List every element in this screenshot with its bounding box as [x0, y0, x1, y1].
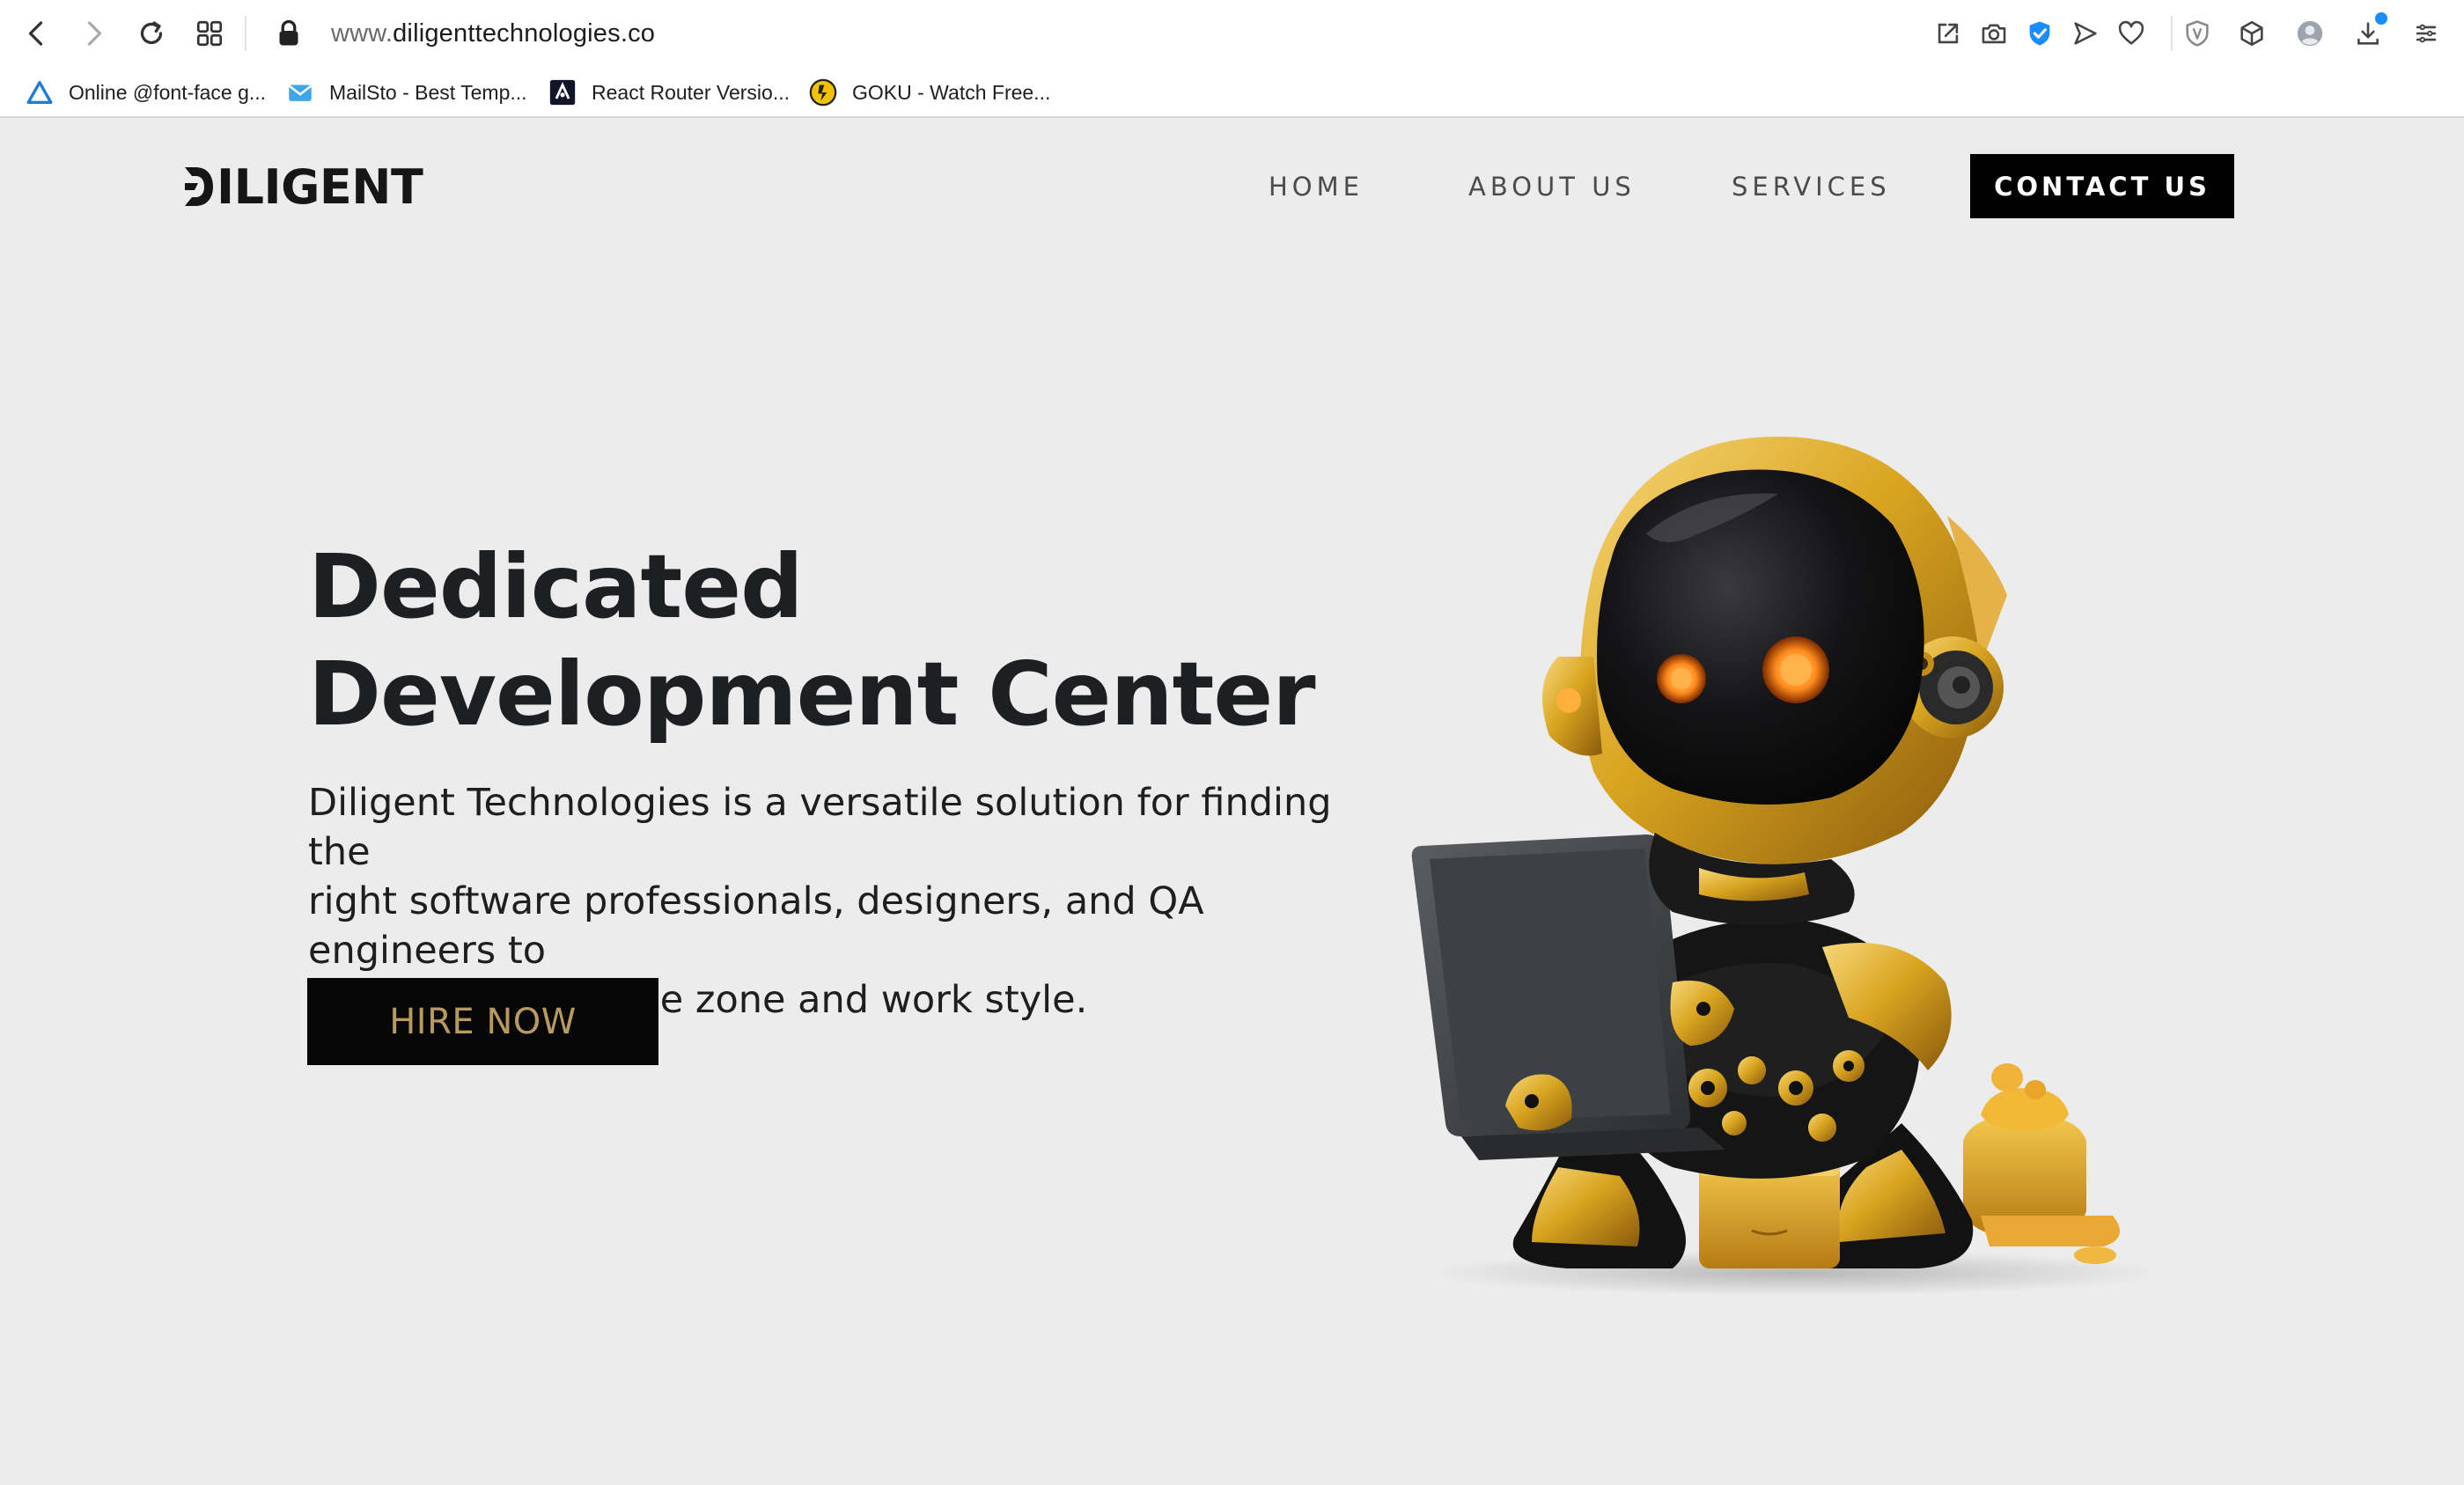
- mail-icon: [285, 77, 315, 107]
- logo-d-mark: [185, 167, 213, 206]
- shield-extension-button[interactable]: [2022, 16, 2057, 51]
- profile-button[interactable]: [2292, 16, 2328, 51]
- site-logo[interactable]: ILIGENT: [183, 158, 423, 215]
- url-host: diligenttechnologies.co: [393, 18, 656, 48]
- hero-title-line: Development Center: [308, 643, 1316, 746]
- bookmark-label: GOKU - Watch Free...: [852, 80, 1051, 104]
- reload-icon: [140, 21, 163, 45]
- bookmark-item[interactable]: React Router Versio...: [548, 67, 790, 118]
- reload-button[interactable]: [132, 14, 171, 53]
- hire-now-button[interactable]: HIRE NOW: [307, 978, 658, 1065]
- hero-title: Dedicated Development Center: [308, 533, 1320, 748]
- bookmark-label: React Router Versio...: [592, 80, 790, 104]
- nav-about-us[interactable]: ABOUT US: [1468, 167, 1636, 206]
- web-page: ILIGENT HOME ABOUT US SERVICES CONTACT U…: [0, 120, 2464, 1485]
- share-button[interactable]: [1931, 16, 1966, 51]
- robot-with-laptop-illustration: [1411, 437, 2148, 1296]
- nav-home[interactable]: HOME: [1269, 167, 1364, 206]
- screenshot-button[interactable]: [1976, 16, 2012, 51]
- toolbar-divider: [245, 16, 246, 51]
- goku-icon: [808, 77, 838, 107]
- hero-description-line: right software professionals, designers,…: [308, 879, 1204, 973]
- cube-icon: [2240, 20, 2263, 47]
- contact-us-button[interactable]: CONTACT US: [1970, 154, 2234, 218]
- hero-title-line: Dedicated: [308, 535, 804, 638]
- url-prefix: www.: [331, 18, 394, 48]
- download-badge: [2375, 12, 2387, 25]
- send-button[interactable]: [2068, 16, 2103, 51]
- favorite-button[interactable]: [2114, 16, 2149, 51]
- tab-overview-button[interactable]: [190, 14, 229, 53]
- send-icon: [2074, 22, 2097, 45]
- bookmarks-bar: Online @font-face g... MailSto - Best Te…: [0, 67, 2464, 118]
- share-icon: [1938, 23, 1959, 44]
- extensions-button[interactable]: [2234, 16, 2269, 51]
- address-bar[interactable]: www. diligenttechnologies.co: [331, 16, 655, 51]
- menu-icon: [2416, 24, 2437, 43]
- triangle-icon: [25, 77, 55, 107]
- site-info-button[interactable]: [269, 14, 308, 53]
- bookmark-label: MailSto - Best Temp...: [329, 80, 527, 104]
- avatar-icon: [2297, 20, 2323, 47]
- bookmark-item[interactable]: Online @font-face g...: [25, 67, 266, 118]
- menu-button[interactable]: [2409, 16, 2444, 51]
- bookmark-label: Online @font-face g...: [69, 80, 267, 104]
- shield-check-icon: [2029, 21, 2050, 46]
- back-button[interactable]: [18, 14, 56, 53]
- gold-blocks: [1963, 1063, 2120, 1264]
- camera-icon: [1982, 24, 2006, 44]
- nav-services[interactable]: SERVICES: [1732, 167, 1891, 206]
- chevron-right-icon: [87, 21, 102, 46]
- shield-icon: [2186, 20, 2209, 47]
- forward-button[interactable]: [74, 14, 113, 53]
- chevron-left-icon: [28, 21, 43, 46]
- hero-description-line: Diligent Technologies is a versatile sol…: [308, 781, 1332, 874]
- react-router-icon: [548, 77, 577, 107]
- bookmark-item[interactable]: MailSto - Best Temp...: [285, 67, 527, 118]
- adblock-extension-button[interactable]: [2180, 16, 2215, 51]
- logo-text: ILIGENT: [217, 158, 423, 215]
- browser-toolbar: www. diligenttechnologies.co: [0, 0, 2464, 67]
- toolbar-divider: [2171, 16, 2173, 51]
- grid-icon: [196, 20, 223, 47]
- lock-icon: [279, 19, 298, 46]
- bookmark-item[interactable]: GOKU - Watch Free...: [808, 67, 1050, 118]
- heart-icon: [2118, 20, 2144, 45]
